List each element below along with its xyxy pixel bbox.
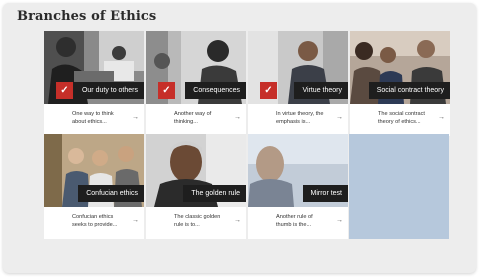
card-description: Another way of thinking... → xyxy=(146,104,246,136)
description-line: seeks to provide... xyxy=(72,222,118,228)
card-label: Social contract theory xyxy=(368,82,450,99)
arrow-right-icon[interactable]: → xyxy=(336,114,343,121)
page-title: Branches of Ethics xyxy=(17,9,157,24)
check-icon: ✓ xyxy=(56,82,73,99)
check-icon: ✓ xyxy=(260,82,277,99)
card-description-text: The social contract theory of ethics... xyxy=(378,110,434,126)
check-icon: ✓ xyxy=(158,82,175,99)
card-description-text: Another rule of thumb is the... xyxy=(276,213,332,229)
card-confucian-ethics[interactable]: Confucian ethics Confucian ethics seeks … xyxy=(44,134,144,239)
description-line: about ethics... xyxy=(72,119,107,125)
card-description: One way to think about ethics... → xyxy=(44,104,144,136)
description-line: In virtue theory, the xyxy=(276,111,324,117)
arrow-right-icon[interactable]: → xyxy=(234,114,241,121)
card-the-golden-rule[interactable]: The golden rule The classic golden rule … xyxy=(146,134,246,239)
card-label: Mirror test xyxy=(302,185,348,202)
arrow-right-icon[interactable]: → xyxy=(234,217,241,224)
description-line: Another rule of xyxy=(276,214,313,220)
arrow-right-icon[interactable]: → xyxy=(336,217,343,224)
card-description-text: The classic golden rule is to... xyxy=(174,213,230,229)
card-label: Virtue theory xyxy=(294,82,348,99)
card-description: The social contract theory of ethics... … xyxy=(350,104,450,136)
description-line: The social contract xyxy=(378,111,425,117)
arrow-right-icon[interactable]: → xyxy=(132,217,139,224)
description-line: One way to think xyxy=(72,111,114,117)
card-description: The classic golden rule is to... → xyxy=(146,207,246,239)
description-line: Confucian ethics xyxy=(72,214,114,220)
card-label: Confucian ethics xyxy=(78,185,144,202)
card-label: Consequences xyxy=(185,82,246,99)
card-description: In virtue theory, the emphasis is... → xyxy=(248,104,348,136)
card-description: Confucian ethics seeks to provide... → xyxy=(44,207,144,239)
arrow-right-icon[interactable]: → xyxy=(438,114,445,121)
card-description-text: Another way of thinking... xyxy=(174,110,230,126)
description-line: The classic golden xyxy=(174,214,221,220)
description-line: thumb is the... xyxy=(276,222,312,228)
card-description-text: In virtue theory, the emphasis is... xyxy=(276,110,332,126)
card-label: The golden rule xyxy=(183,185,246,202)
arrow-right-icon[interactable]: → xyxy=(132,114,139,121)
card-mirror-test[interactable]: Mirror test Another rule of thumb is the… xyxy=(248,134,348,239)
description-line: Another way of xyxy=(174,111,212,117)
empty-tile xyxy=(349,134,449,239)
description-line: thinking... xyxy=(174,119,198,125)
card-description-text: Confucian ethics seeks to provide... xyxy=(72,213,128,229)
card-social-contract-theory[interactable]: Social contract theory The social contra… xyxy=(350,31,450,136)
description-line: emphasis is... xyxy=(276,119,311,125)
card-description: Another rule of thumb is the... → xyxy=(248,207,348,239)
card-consequences[interactable]: ✓ Consequences Another way of thinking..… xyxy=(146,31,246,136)
card-virtue-theory[interactable]: ✓ Virtue theory In virtue theory, the em… xyxy=(248,31,348,136)
description-line: theory of ethics... xyxy=(378,119,421,125)
description-line: rule is to... xyxy=(174,222,200,228)
card-our-duty-to-others[interactable]: ✓ Our duty to others One way to think ab… xyxy=(44,31,144,136)
card-description-text: One way to think about ethics... xyxy=(72,110,128,126)
card-label: Our duty to others xyxy=(73,82,144,99)
